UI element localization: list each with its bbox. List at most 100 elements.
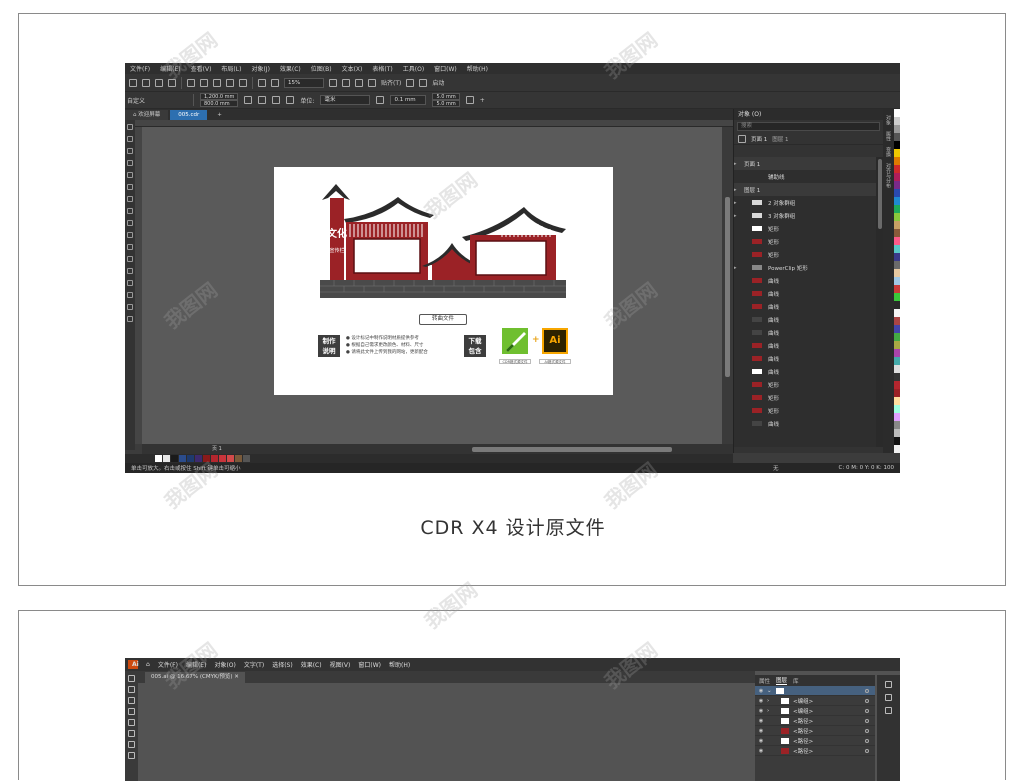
menu-item[interactable]: 窗口(W) <box>354 660 385 669</box>
color-swatch[interactable] <box>894 237 900 245</box>
layer-row[interactable]: ◉ ⌄ <box>755 686 875 696</box>
object-tree-row[interactable]: 辅助线 <box>734 170 876 183</box>
target-circle-icon[interactable] <box>865 728 869 733</box>
tab-005-cdr[interactable]: 005.cdr <box>170 110 208 120</box>
full-screen-icon[interactable] <box>329 78 337 87</box>
expand-chevron-icon[interactable]: ⌄ <box>767 688 772 694</box>
color-swatch[interactable] <box>894 109 900 117</box>
freehand-tool-icon[interactable] <box>127 172 133 178</box>
color-swatch[interactable] <box>894 133 900 141</box>
redo-icon[interactable] <box>239 78 247 87</box>
menu-item[interactable]: 编辑(E) <box>155 64 185 73</box>
color-swatch[interactable] <box>894 341 900 349</box>
ellipse-tool-icon[interactable] <box>127 208 133 214</box>
panel-tab[interactable]: 属性 <box>759 677 770 685</box>
menu-item[interactable]: 文件(F) <box>154 660 182 669</box>
treat-as-filled-icon[interactable] <box>465 96 474 104</box>
color-swatch[interactable] <box>894 349 900 357</box>
color-swatch[interactable] <box>894 325 900 333</box>
crop-tool-icon[interactable] <box>127 148 133 154</box>
docker-tab[interactable]: 变换 <box>885 147 892 157</box>
layers-icon[interactable] <box>885 694 892 701</box>
object-tree-row[interactable]: 曲线 <box>734 352 876 365</box>
menu-item[interactable]: 帮助(H) <box>385 660 414 669</box>
docker-tab[interactable]: 对象 <box>885 115 892 125</box>
menu-item[interactable]: 效果(C) <box>297 660 326 669</box>
menu-item[interactable]: 视图(V) <box>326 660 355 669</box>
launch-dropdown[interactable]: 启动 <box>432 78 444 87</box>
layer-item-row[interactable]: ◉ <路径> <box>755 736 875 746</box>
zoom-level-select[interactable]: 15% <box>284 77 324 88</box>
menu-item[interactable]: 工具(O) <box>398 64 429 73</box>
menu-item[interactable]: 位图(B) <box>306 64 337 73</box>
color-swatch[interactable] <box>155 455 162 462</box>
scroll-thumb[interactable] <box>878 159 882 229</box>
layer-item-row[interactable]: ◉ <路径> <box>755 726 875 736</box>
type-tool-icon[interactable] <box>128 741 135 748</box>
color-swatch[interactable] <box>894 261 900 269</box>
color-swatch[interactable] <box>219 455 226 462</box>
color-swatch[interactable] <box>894 421 900 429</box>
object-tree-row[interactable]: 矩形 <box>734 222 876 235</box>
color-swatch[interactable] <box>894 165 900 173</box>
menu-item[interactable]: 帮助(H) <box>462 64 493 73</box>
expand-arrow-icon[interactable]: ▸ <box>734 187 744 193</box>
color-swatch[interactable] <box>894 181 900 189</box>
object-tree-row[interactable]: 曲线 <box>734 274 876 287</box>
target-circle-icon[interactable] <box>865 738 869 743</box>
color-swatch[interactable] <box>894 429 900 437</box>
expand-chevron-icon[interactable]: › <box>767 698 777 704</box>
color-swatch[interactable] <box>894 277 900 285</box>
duplicate-x-input[interactable]: 5.0 mm <box>432 93 460 100</box>
rectangle-tool-icon[interactable] <box>128 719 135 726</box>
object-tree-row[interactable]: ▸ PowerClip 矩形 <box>734 261 876 274</box>
paste-icon[interactable] <box>213 78 221 87</box>
color-swatch[interactable] <box>894 437 900 445</box>
visibility-eye-icon[interactable]: ◉ <box>755 728 767 734</box>
properties-icon[interactable] <box>885 681 892 688</box>
direct-selection-icon[interactable] <box>128 686 135 693</box>
expand-chevron-icon[interactable]: › <box>767 708 777 714</box>
target-circle-icon[interactable] <box>865 708 869 713</box>
target-circle-icon[interactable] <box>865 718 869 723</box>
page-preset-select[interactable]: 自定义 <box>127 96 187 105</box>
menu-item[interactable]: 编辑(E) <box>182 660 210 669</box>
menu-item[interactable]: 查看(V) <box>186 64 217 73</box>
color-swatch[interactable] <box>195 455 202 462</box>
menu-item[interactable]: 文字(T) <box>240 660 268 669</box>
horizontal-ruler[interactable] <box>135 120 733 127</box>
print-icon[interactable] <box>168 78 176 87</box>
object-tree-row[interactable]: 矩形 <box>734 404 876 417</box>
object-tree-row[interactable]: 曲线 <box>734 339 876 352</box>
rulers-icon[interactable] <box>342 78 350 87</box>
color-swatch[interactable] <box>894 149 900 157</box>
visibility-eye-icon[interactable]: ◉ <box>755 738 767 744</box>
save-icon[interactable] <box>155 78 163 87</box>
eyedropper-icon[interactable] <box>127 292 133 298</box>
color-swatch[interactable] <box>211 455 218 462</box>
drop-shadow-icon[interactable] <box>127 268 133 274</box>
grid-icon[interactable] <box>355 78 363 87</box>
polygon-tool-icon[interactable] <box>127 220 133 226</box>
current-page-icon[interactable] <box>286 96 295 104</box>
tab-005-ai[interactable]: 005.ai @ 16.67% (CMYK/预览) ✕ <box>145 672 245 683</box>
visibility-eye-icon[interactable]: ◉ <box>755 698 767 704</box>
object-tree-row[interactable]: 曲线 <box>734 313 876 326</box>
smart-fill-icon[interactable] <box>127 316 133 322</box>
menu-item[interactable]: 对象(J) <box>246 64 274 73</box>
color-swatch[interactable] <box>894 197 900 205</box>
color-swatch[interactable] <box>894 141 900 149</box>
target-circle-icon[interactable] <box>865 698 869 703</box>
color-swatch[interactable] <box>894 389 900 397</box>
color-swatch[interactable] <box>894 157 900 165</box>
layer-item-row[interactable]: ◉ › <编组> <box>755 696 875 706</box>
color-swatch[interactable] <box>894 397 900 405</box>
libraries-icon[interactable] <box>885 707 892 714</box>
menu-item[interactable]: 表格(T) <box>367 64 397 73</box>
object-tree-row[interactable]: 曲线 <box>734 365 876 378</box>
color-swatch[interactable] <box>894 309 900 317</box>
shape-tool-icon[interactable] <box>127 136 133 142</box>
brush-tool-icon[interactable] <box>128 730 135 737</box>
app-launcher-icon[interactable] <box>419 78 428 87</box>
color-swatch[interactable] <box>894 125 900 133</box>
